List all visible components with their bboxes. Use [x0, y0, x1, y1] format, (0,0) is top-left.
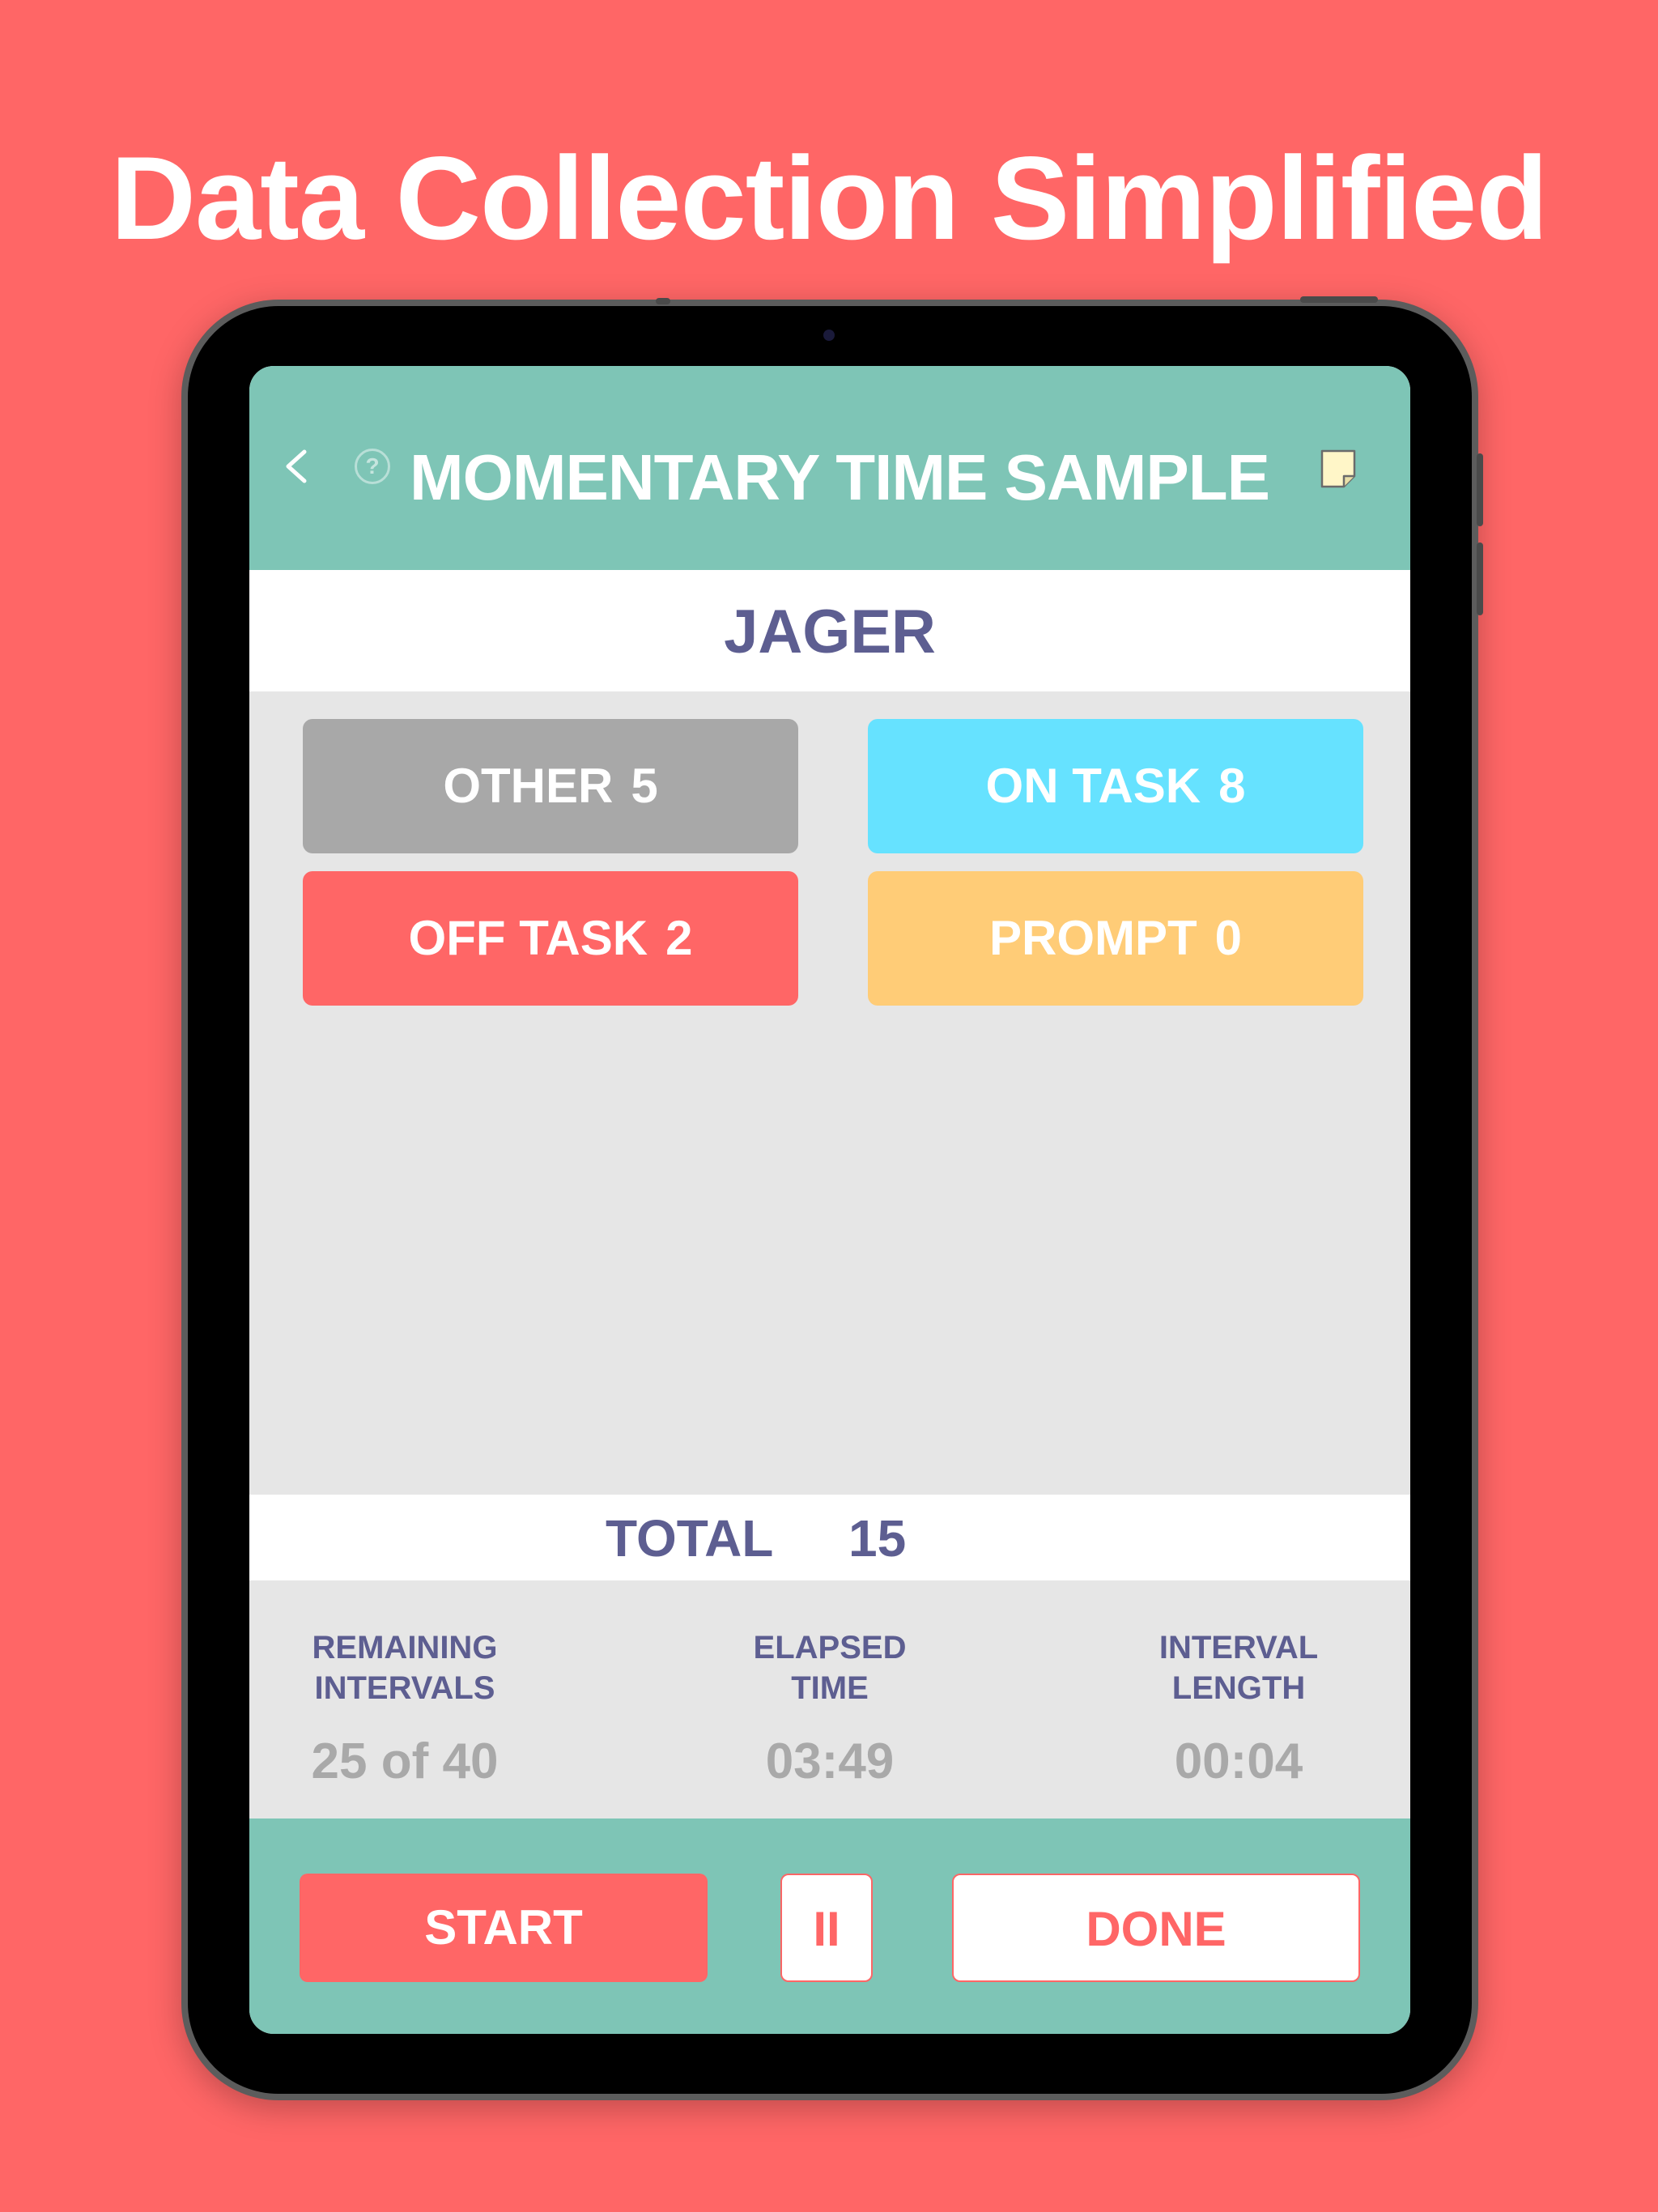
interval-length-stat: INTERVAL LENGTH 00:04 — [1109, 1627, 1368, 1791]
student-name-bar: JAGER — [249, 570, 1410, 691]
sticky-note-icon[interactable] — [1320, 449, 1357, 489]
remaining-intervals-stat: REMAINING INTERVALS 25 of 40 — [275, 1627, 534, 1791]
app-screen: ? MOMENTARY TIME SAMPLE JAGER OTHER 5 ON … — [249, 366, 1410, 2034]
page-title: MOMENTARY TIME SAMPLE — [410, 441, 1270, 513]
interval-length-value: 00:04 — [1174, 1733, 1303, 1789]
stat-label: INTERVAL LENGTH — [1109, 1627, 1368, 1708]
marketing-headline: Data Collection Simplified — [110, 132, 1549, 264]
front-camera — [823, 330, 835, 341]
behavior-button-on-task[interactable]: ON TASK 8 — [868, 719, 1363, 853]
device-volume-down-button — [1477, 542, 1483, 615]
remaining-intervals-value: 25 of 40 — [311, 1733, 499, 1789]
behavior-count: 2 — [665, 911, 693, 965]
device-top-button — [656, 298, 670, 304]
behavior-button-other[interactable]: OTHER 5 — [303, 719, 798, 853]
behavior-count: 5 — [631, 759, 658, 813]
student-name: JAGER — [724, 598, 936, 666]
behavior-count: 8 — [1218, 759, 1246, 813]
control-bar: START II DONE — [249, 1819, 1410, 2034]
device-volume-up-button — [1477, 453, 1483, 526]
elapsed-time-stat: ELAPSED TIME 03:49 — [700, 1627, 959, 1791]
behavior-label: PROMPT — [988, 911, 1197, 965]
behavior-button-off-task[interactable]: OFF TASK 2 — [303, 871, 798, 1006]
chevron-left-icon[interactable] — [274, 442, 322, 491]
header-bar: ? MOMENTARY TIME SAMPLE — [249, 366, 1410, 570]
behavior-label: ON TASK — [985, 759, 1201, 813]
question-circle-icon[interactable]: ? — [355, 449, 390, 484]
device-power-button — [1300, 296, 1378, 303]
elapsed-time-value: 03:49 — [765, 1733, 895, 1789]
behavior-label: OTHER — [443, 759, 614, 813]
total-label: TOTAL — [606, 1509, 774, 1568]
total-bar: TOTAL 15 — [249, 1495, 1410, 1580]
pause-button[interactable]: II — [780, 1874, 873, 1982]
behavior-button-prompt[interactable]: PROMPT 0 — [868, 871, 1363, 1006]
start-button[interactable]: START — [300, 1874, 708, 1982]
stat-label-line: INTERVALS — [314, 1670, 495, 1706]
behavior-count: 0 — [1214, 911, 1243, 965]
stat-label-line: LENGTH — [1171, 1670, 1306, 1706]
stat-label-line: ELAPSED — [753, 1630, 907, 1665]
stat-label-line: TIME — [791, 1670, 869, 1706]
done-button[interactable]: DONE — [952, 1874, 1360, 1982]
total-value: 15 — [848, 1509, 907, 1568]
stat-label: REMAINING INTERVALS — [275, 1627, 534, 1708]
stat-label: ELAPSED TIME — [700, 1627, 959, 1708]
behavior-label: OFF TASK — [408, 911, 648, 965]
stat-label-line: REMAINING — [312, 1630, 498, 1665]
stat-label-line: INTERVAL — [1158, 1630, 1319, 1665]
